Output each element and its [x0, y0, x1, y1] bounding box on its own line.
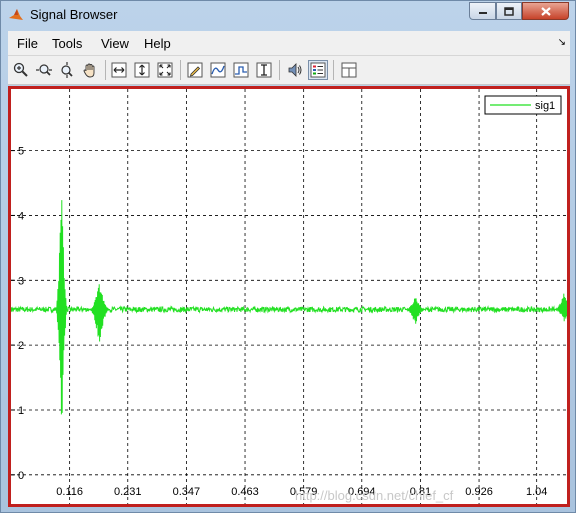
menu-tools[interactable]: Tools — [52, 36, 82, 51]
step-icon[interactable] — [231, 60, 251, 80]
y-tick-label: 1 — [18, 405, 24, 417]
maximize-icon — [504, 6, 514, 16]
x-tick-label: 0.347 — [173, 486, 201, 498]
toolbar-separator — [279, 60, 280, 80]
minimize-icon — [478, 12, 487, 14]
menu-help[interactable]: Help — [144, 36, 171, 51]
y-tick-label: 0 — [18, 470, 24, 482]
marker-icon[interactable] — [254, 60, 274, 80]
plot-area[interactable]: 012345 0.116 0.231 0.347 0.463 0.579 0.694 0.8… — [8, 86, 570, 507]
layout-icon[interactable] — [339, 60, 359, 80]
toolbar-separator — [180, 60, 181, 80]
close-icon — [540, 6, 551, 16]
x-tick-label: 0.463 — [231, 486, 259, 498]
menu-view[interactable]: View — [101, 36, 129, 51]
x-tick-label: 0.231 — [114, 486, 142, 498]
maximize-button[interactable] — [496, 2, 522, 20]
y-tick-label: 2 — [18, 340, 24, 352]
menu-dock-arrow-icon[interactable]: ↘ — [558, 37, 566, 48]
menu-bar: File Tools View Help ↘ — [8, 31, 570, 56]
toolbar — [8, 56, 570, 85]
toolbar-separator — [333, 60, 334, 80]
y-tick-label: 5 — [18, 146, 24, 158]
fit-x-icon[interactable] — [109, 60, 129, 80]
legend: sig1 — [484, 95, 562, 115]
signal-browser-window: Signal Browser File Tools View Help ↘ 0 … — [0, 0, 576, 513]
legend-label-sig1: sig1 — [535, 100, 555, 112]
y-tick-label: 4 — [18, 210, 24, 222]
zoom-in-icon[interactable] — [11, 60, 31, 80]
menu-file[interactable]: File — [17, 36, 38, 51]
x-tick-label: 0.116 — [56, 486, 83, 498]
pan-hand-icon[interactable] — [80, 60, 100, 80]
x-tick-label: 0.926 — [465, 486, 493, 498]
series-line-sig1 — [10, 200, 568, 415]
edit-icon[interactable] — [185, 60, 205, 80]
toolbar-separator — [105, 60, 106, 80]
fit-all-icon[interactable] — [155, 60, 175, 80]
y-tick-label: 3 — [18, 275, 24, 287]
minimize-button[interactable] — [469, 2, 496, 20]
watermark: http://blog.csdn.net/chief_cf — [295, 488, 454, 503]
matlab-logo-icon — [9, 9, 23, 20]
signal-plot[interactable]: 012345 0.116 0.231 0.347 0.463 0.579 0.694 0.8… — [10, 89, 568, 504]
x-tick-label: 1.04 — [526, 486, 547, 498]
close-button[interactable] — [522, 2, 569, 20]
zoom-y-icon[interactable] — [57, 60, 77, 80]
title-bar[interactable]: Signal Browser — [1, 1, 575, 29]
fit-y-icon[interactable] — [132, 60, 152, 80]
legend-icon[interactable] — [308, 60, 328, 80]
zoom-x-icon[interactable] — [34, 60, 54, 80]
signal-icon[interactable] — [208, 60, 228, 80]
window-title: Signal Browser — [30, 7, 118, 22]
speaker-icon[interactable] — [285, 60, 305, 80]
